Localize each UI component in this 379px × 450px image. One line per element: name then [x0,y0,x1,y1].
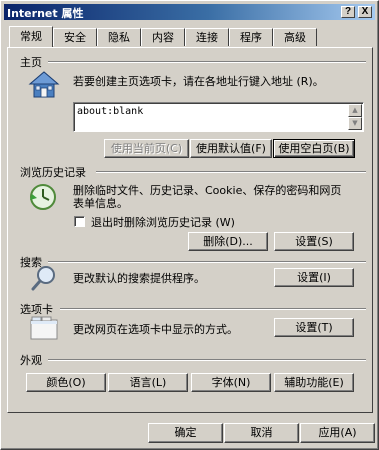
delete-history-button[interactable]: 删除(D)... [188,232,268,251]
search-description: 更改默认的搜索提供程序。 [73,272,205,285]
history-clock-icon [30,184,56,210]
tab-connections[interactable]: 连接 [185,28,229,46]
tabs-divider [60,308,366,310]
history-settings-button[interactable]: 设置(S) [274,232,354,251]
tab-programs[interactable]: 程序 [229,28,273,46]
use-default-button[interactable]: 使用默认值(F) [190,139,272,158]
languages-button[interactable]: 语言(L) [108,373,188,392]
search-divider [48,261,366,263]
general-tab-panel: 主页 若要创建主页选项卡，请在各地址行键入地址 (R)。 about:blank… [7,47,373,413]
tabs-description: 更改网页在选项卡中显示的方式。 [73,323,238,336]
apply-button[interactable]: 应用(A) [300,423,375,443]
homepage-divider [48,61,366,63]
history-section-title: 浏览历史记录 [20,166,86,179]
tab-security[interactable]: 安全 [53,28,97,46]
history-description-line2: 表单信息。 [73,197,128,210]
appearance-divider [48,359,366,361]
tab-general[interactable]: 常规 [9,26,53,47]
appearance-section-title: 外观 [20,354,42,367]
tab-strip: 常规 安全 隐私 内容 连接 程序 高级 [7,26,373,48]
homepage-address-value: about:blank [77,106,144,117]
use-blank-button[interactable]: 使用空白页(B) [273,139,355,158]
homepage-description: 若要创建主页选项卡，请在各地址行键入地址 (R)。 [73,75,324,88]
scroll-down-icon[interactable]: ▼ [348,117,362,130]
accessibility-button[interactable]: 辅助功能(E) [274,373,354,392]
scroll-up-icon[interactable]: ▲ [348,104,362,117]
tabs-settings-button[interactable]: 设置(T) [274,318,354,337]
ok-button[interactable]: 确定 [148,423,223,443]
tab-advanced[interactable]: 高级 [273,28,317,46]
tab-privacy[interactable]: 隐私 [97,28,141,46]
close-button[interactable]: X [358,6,372,18]
internet-properties-dialog: Internet 属性 ? X 常规 安全 隐私 内容 连接 程序 高级 主页 … [0,0,379,450]
colors-button[interactable]: 颜色(O) [26,373,106,392]
tabs-window-icon [30,316,58,340]
delete-on-exit-label: 退出时删除浏览历史记录 (W) [91,216,235,229]
homepage-scrollbar[interactable]: ▲ ▼ [348,104,362,130]
homepage-section-title: 主页 [20,56,42,69]
cancel-button[interactable]: 取消 [224,423,299,443]
history-divider [96,171,366,173]
magnifier-icon [31,266,55,291]
use-current-button[interactable]: 使用当前页(C) [104,139,189,158]
help-button[interactable]: ? [341,6,355,18]
fonts-button[interactable]: 字体(N) [191,373,271,392]
window-title: Internet 属性 [7,7,84,20]
house-icon [28,71,60,98]
title-bar[interactable]: Internet 属性 ? X [4,4,375,20]
search-settings-button[interactable]: 设置(I) [274,268,354,287]
tab-content[interactable]: 内容 [141,28,185,46]
tabs-section-title: 选项卡 [20,303,53,316]
homepage-address-input[interactable]: about:blank [73,102,364,132]
delete-on-exit-checkbox[interactable] [74,216,85,227]
